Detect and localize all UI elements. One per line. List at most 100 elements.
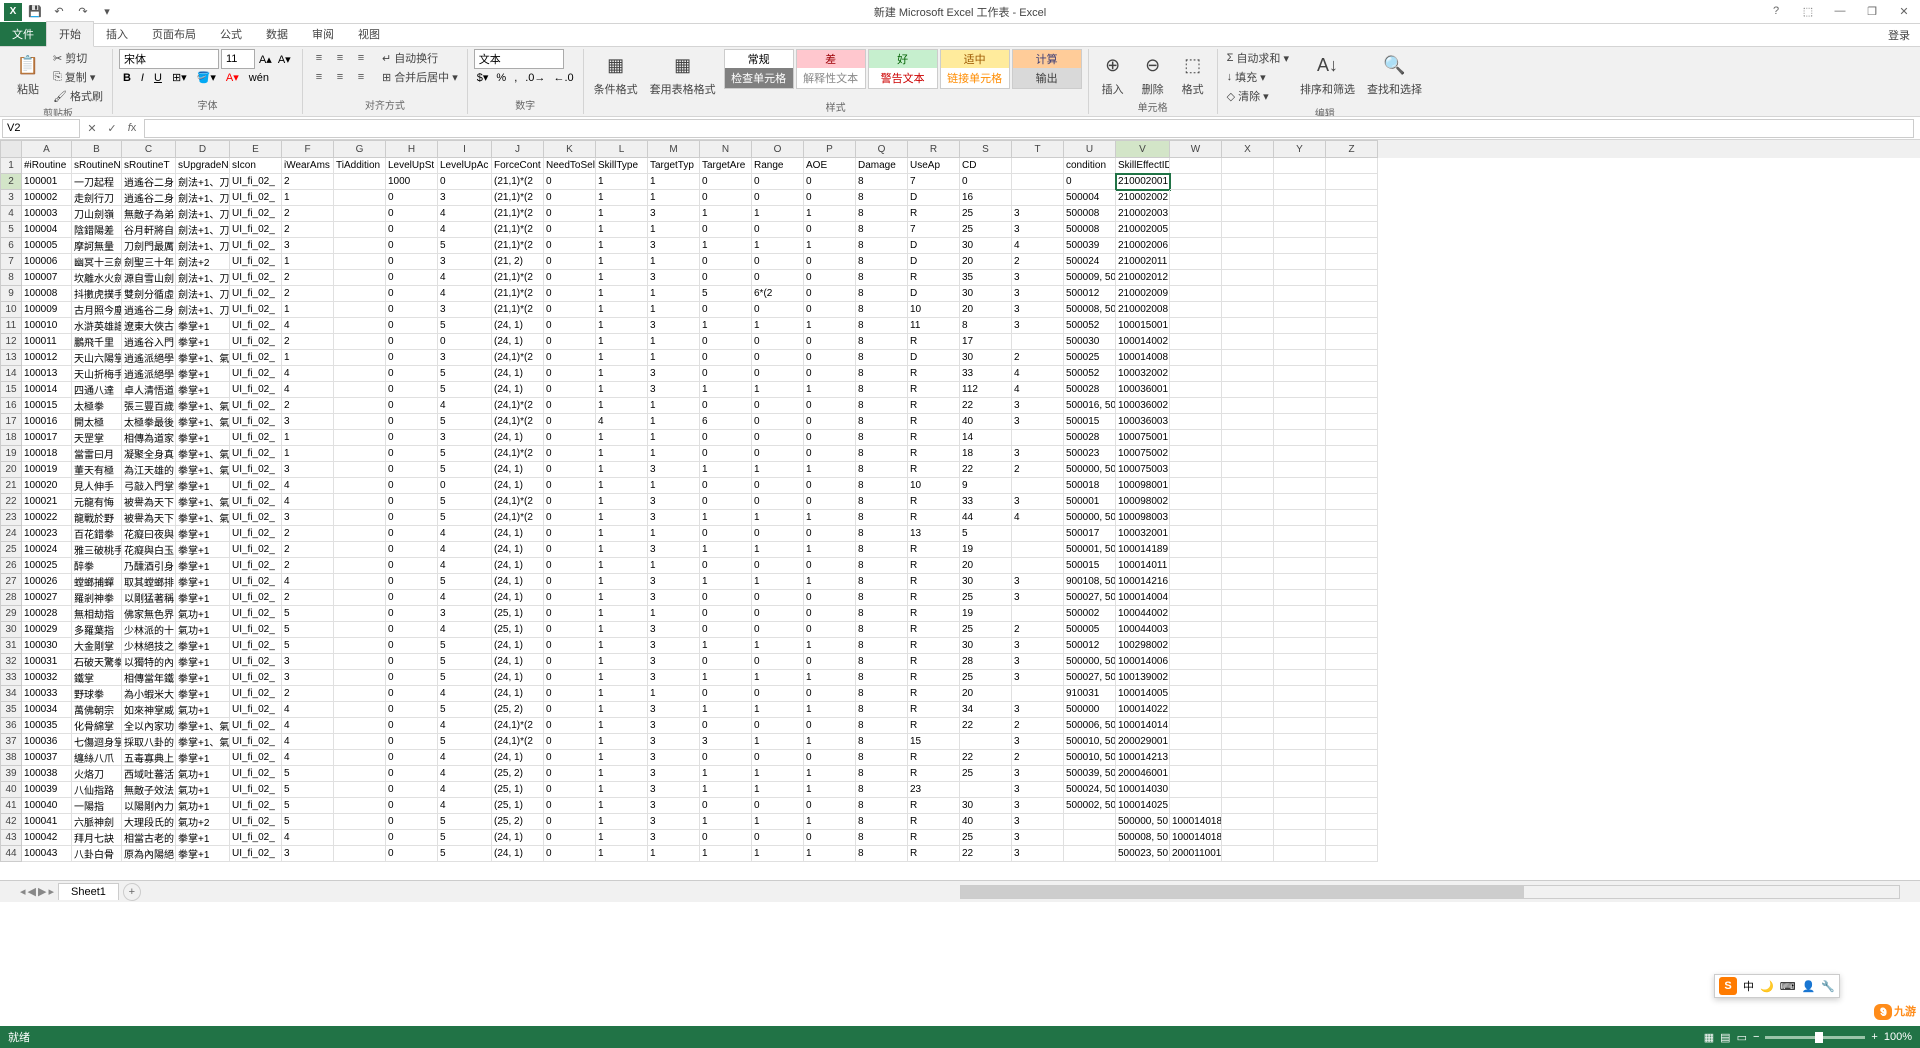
cell[interactable]: 200011001 [1170,846,1222,862]
cell[interactable]: 劍聖三十年 [122,254,176,270]
cell[interactable]: D [908,350,960,366]
cell[interactable] [1274,318,1326,334]
cell[interactable] [334,238,386,254]
cell[interactable] [334,526,386,542]
sheet-nav[interactable]: ◂ ◀ ▶ ▸ [20,885,54,898]
cell[interactable]: UseAp [908,158,960,174]
qat-customize-icon[interactable]: ▾ [96,2,118,22]
row-header[interactable]: 22 [0,494,22,510]
cell[interactable]: 0 [544,526,596,542]
cell[interactable]: 7 [908,174,960,190]
cell[interactable] [334,782,386,798]
cell[interactable]: 0 [752,222,804,238]
cell[interactable]: 拳掌+1、氣 [176,734,230,750]
cell[interactable]: 0 [752,254,804,270]
cell[interactable]: 0 [386,686,438,702]
cell[interactable]: 3 [1012,798,1064,814]
name-box[interactable] [2,119,80,138]
cell[interactable]: 500009, 50 [1064,270,1116,286]
cell[interactable]: 拳掌+1 [176,366,230,382]
cell[interactable] [1012,334,1064,350]
cell[interactable] [1274,638,1326,654]
cell[interactable]: 刀山劍嶺 [72,206,122,222]
cell[interactable]: 20 [960,254,1012,270]
cell[interactable] [1326,782,1378,798]
cell[interactable]: 3 [648,510,700,526]
cell[interactable]: 1 [648,398,700,414]
cell[interactable]: 鵬飛千里 [72,334,122,350]
cell[interactable]: 走劍行刀 [72,190,122,206]
align-top-icon[interactable]: ≡ [309,49,329,67]
cell[interactable]: 0 [752,430,804,446]
cell[interactable]: TargetAre [700,158,752,174]
cell[interactable] [1222,286,1274,302]
cell[interactable]: iWearAms [282,158,334,174]
cell[interactable] [1222,718,1274,734]
cell[interactable]: 0 [804,350,856,366]
cell[interactable] [334,270,386,286]
ime-moon-icon[interactable]: 🌙 [1760,980,1774,993]
view-pagebreak-icon[interactable]: ▭ [1737,1031,1747,1044]
cell[interactable]: 4 [438,798,492,814]
cell[interactable]: 1 [700,542,752,558]
cell[interactable] [334,574,386,590]
column-header[interactable]: V [1116,140,1170,158]
cell[interactable] [1170,558,1222,574]
cell[interactable]: 5 [438,654,492,670]
cell[interactable] [1326,238,1378,254]
cell[interactable]: 40 [960,414,1012,430]
cell[interactable]: UI_fi_02_ [230,654,282,670]
cell[interactable] [1170,542,1222,558]
cell[interactable]: 500028 [1064,382,1116,398]
cell[interactable]: 六脈神劍 [72,814,122,830]
cell[interactable]: 0 [386,510,438,526]
cell[interactable]: 2 [282,270,334,286]
cell[interactable]: 1 [804,638,856,654]
cell[interactable]: 0 [544,206,596,222]
cell[interactable]: 8 [856,846,908,862]
cell[interactable] [1274,334,1326,350]
cell[interactable]: 雙劍分循虛 [122,286,176,302]
column-header[interactable]: D [176,140,230,158]
cell[interactable]: 8 [856,382,908,398]
cell[interactable]: 醉拳 [72,558,122,574]
cell[interactable] [1326,670,1378,686]
cell[interactable]: 5 [438,574,492,590]
cell[interactable]: 拳掌+1 [176,654,230,670]
wrap-text-button[interactable]: ↵自动换行 [379,49,461,67]
cell[interactable]: 3 [1012,318,1064,334]
cell[interactable]: UI_fi_02_ [230,478,282,494]
tab-file[interactable]: 文件 [0,22,46,46]
cell[interactable]: 1 [596,798,648,814]
cell[interactable] [1274,494,1326,510]
cell[interactable]: 古月照今塵 [72,302,122,318]
cell[interactable]: 3 [648,638,700,654]
minimize-icon[interactable]: — [1828,5,1852,18]
cell[interactable]: R [908,510,960,526]
cell[interactable]: 3 [438,254,492,270]
cell[interactable]: (24, 1) [492,542,544,558]
cell[interactable]: 3 [438,350,492,366]
row-header[interactable]: 20 [0,462,22,478]
cell[interactable]: 3 [282,846,334,862]
select-all-button[interactable] [0,140,22,158]
cell[interactable]: 0 [700,174,752,190]
cell[interactable]: 0 [700,686,752,702]
cell[interactable]: 5 [438,814,492,830]
cell[interactable]: UI_fi_02_ [230,302,282,318]
cell[interactable]: 500012 [1064,286,1116,302]
cell[interactable] [334,510,386,526]
cell[interactable]: 1 [752,542,804,558]
cell[interactable]: 0 [700,750,752,766]
cell[interactable]: 水滸英雄譜 [72,318,122,334]
cell[interactable]: 23 [908,782,960,798]
cell[interactable] [1170,750,1222,766]
cell[interactable] [1222,222,1274,238]
cell[interactable]: 8 [856,302,908,318]
cell[interactable] [334,654,386,670]
cell[interactable] [1222,574,1274,590]
cell[interactable]: 0 [960,174,1012,190]
cell[interactable]: 100020 [22,478,72,494]
cell[interactable]: 28 [960,654,1012,670]
cell[interactable] [1064,846,1116,862]
